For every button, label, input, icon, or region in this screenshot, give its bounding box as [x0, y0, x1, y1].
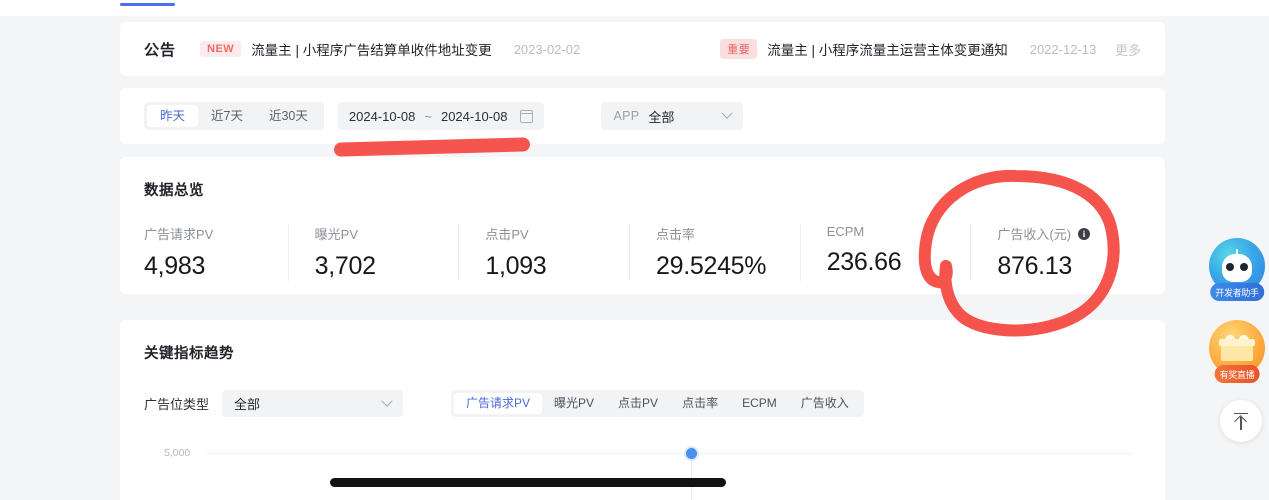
announcement-item-2: 重要 流量主 | 小程序流量主运营主体变更通知 2022-12-13 — [720, 39, 1096, 59]
app-filter-label: APP — [613, 109, 639, 123]
floating-dev-assistant[interactable]: 开发者助手 — [1209, 238, 1265, 294]
dev-assistant-label: 开发者助手 — [1210, 283, 1264, 301]
tab-click-pv[interactable]: 点击PV — [606, 393, 670, 414]
trend-metric-tabs: 广告请求PV 曝光PV 点击PV 点击率 ECPM 广告收入 — [451, 390, 864, 417]
chevron-down-icon — [381, 395, 392, 406]
arrow-up-to-line-icon — [1233, 413, 1249, 430]
metric-value: 3,702 — [315, 252, 459, 281]
metric-ad-revenue: 广告收入(元) i 876.13 — [970, 224, 1141, 281]
metric-label: 点击PV — [485, 224, 629, 243]
trend-chart[interactable]: 5,000 4,000 — [144, 439, 1141, 500]
page-root: 公告 NEW 流量主 | 小程序广告结算单收件地址变更 2023-02-02 重… — [0, 0, 1269, 500]
date-range-separator: ~ — [424, 109, 432, 124]
metric-click-rate: 点击率 29.5245% — [629, 224, 800, 281]
date-preset-last30days[interactable]: 近30天 — [256, 105, 321, 127]
active-tab-underline — [120, 3, 175, 6]
tab-exposure-pv[interactable]: 曝光PV — [542, 393, 606, 414]
announcement-date-1: 2023-02-02 — [514, 42, 581, 57]
chart-ytick-5000: 5,000 — [164, 447, 190, 459]
date-end-value[interactable]: 2024-10-08 — [441, 109, 508, 124]
floating-live-promo[interactable]: 有奖直播 — [1209, 320, 1265, 376]
trend-controls: 广告位类型 全部 广告请求PV 曝光PV 点击PV 点击率 ECPM 广告收入 — [144, 390, 1141, 417]
metric-label: ECPM — [827, 224, 971, 239]
metric-label-text: 曝光PV — [315, 224, 358, 243]
announcement-title: 公告 — [144, 39, 176, 60]
app-filter-value: 全部 — [648, 107, 674, 126]
gift-lid — [1219, 339, 1255, 346]
metric-label-text: 广告收入(元) — [997, 224, 1071, 243]
overview-title: 数据总览 — [144, 179, 1141, 200]
announcement-badge-important: 重要 — [720, 39, 757, 59]
metric-label-text: ECPM — [827, 224, 865, 239]
trends-title: 关键指标趋势 — [144, 342, 1141, 363]
page-left-gutter — [0, 0, 120, 500]
metric-label: 曝光PV — [315, 224, 459, 243]
annotation-black-stroke — [330, 478, 726, 487]
metric-exposure-pv: 曝光PV 3,702 — [288, 224, 459, 281]
chart-gridline — [206, 453, 1131, 454]
announcement-bar: 公告 NEW 流量主 | 小程序广告结算单收件地址变更 2023-02-02 重… — [120, 22, 1165, 76]
metric-list: 广告请求PV 4,983 曝光PV 3,702 点击PV 1,093 点击率 2… — [144, 224, 1141, 281]
announcement-date-2: 2022-12-13 — [1030, 42, 1097, 57]
tab-ad-revenue[interactable]: 广告收入 — [789, 393, 861, 414]
arrow-bar — [1234, 413, 1248, 415]
announcement-more-link[interactable]: 更多 — [1115, 40, 1141, 59]
metric-label-text: 点击率 — [656, 224, 695, 243]
announcement-link-1[interactable]: 流量主 | 小程序广告结算单收件地址变更 — [251, 39, 492, 59]
date-range-picker[interactable]: 2024-10-08 ~ 2024-10-08 — [338, 102, 545, 130]
metric-label: 广告请求PV — [144, 224, 288, 243]
date-preset-last7days[interactable]: 近7天 — [198, 105, 256, 127]
calendar-icon[interactable] — [520, 110, 533, 123]
robot-face — [1222, 254, 1252, 282]
filter-bar: 昨天 近7天 近30天 2024-10-08 ~ 2024-10-08 APP … — [120, 88, 1165, 144]
metric-value: 876.13 — [997, 252, 1141, 281]
gift-box — [1221, 344, 1253, 361]
metric-value: 1,093 — [485, 252, 629, 281]
metric-ecpm: ECPM 236.66 — [800, 224, 971, 281]
tab-ecpm[interactable]: ECPM — [730, 393, 789, 414]
key-metric-trend-card: 关键指标趋势 广告位类型 全部 广告请求PV 曝光PV 点击PV 点击率 ECP… — [120, 320, 1165, 500]
metric-value: 29.5245% — [656, 252, 800, 281]
metric-label: 点击率 — [656, 224, 800, 243]
date-preset-group: 昨天 近7天 近30天 — [144, 102, 324, 130]
back-to-top-button[interactable] — [1220, 400, 1262, 442]
app-filter-select[interactable]: APP 全部 — [601, 102, 743, 130]
announcement-badge-new: NEW — [200, 41, 241, 57]
metric-click-pv: 点击PV 1,093 — [458, 224, 629, 281]
metric-ad-request-pv: 广告请求PV 4,983 — [144, 224, 288, 281]
ad-slot-type-select[interactable]: 全部 — [222, 390, 403, 417]
metric-value: 236.66 — [827, 248, 971, 277]
date-start-value[interactable]: 2024-10-08 — [349, 109, 416, 124]
metric-label-text: 点击PV — [485, 224, 528, 243]
robot-antenna — [1236, 249, 1238, 255]
chart-highlight-point[interactable] — [684, 446, 699, 461]
gift-shape — [1221, 335, 1253, 361]
date-preset-yesterday[interactable]: 昨天 — [147, 105, 198, 127]
metric-value: 4,983 — [144, 252, 288, 281]
ad-slot-type-value: 全部 — [234, 394, 260, 413]
metric-label: 广告收入(元) i — [997, 224, 1141, 243]
metric-label-text: 广告请求PV — [144, 224, 213, 243]
arrow-head — [1234, 415, 1247, 428]
tab-click-rate[interactable]: 点击率 — [670, 393, 730, 414]
chevron-down-icon — [722, 108, 733, 119]
live-promo-label: 有奖直播 — [1215, 365, 1260, 383]
top-tab-strip — [0, 0, 1269, 16]
tab-ad-request-pv[interactable]: 广告请求PV — [454, 393, 542, 414]
data-overview-card: 数据总览 广告请求PV 4,983 曝光PV 3,702 点击PV 1,093 … — [120, 157, 1165, 294]
info-icon[interactable]: i — [1078, 228, 1090, 240]
announcement-link-2[interactable]: 流量主 | 小程序流量主运营主体变更通知 — [767, 39, 1008, 59]
ad-slot-type-label: 广告位类型 — [144, 394, 209, 413]
